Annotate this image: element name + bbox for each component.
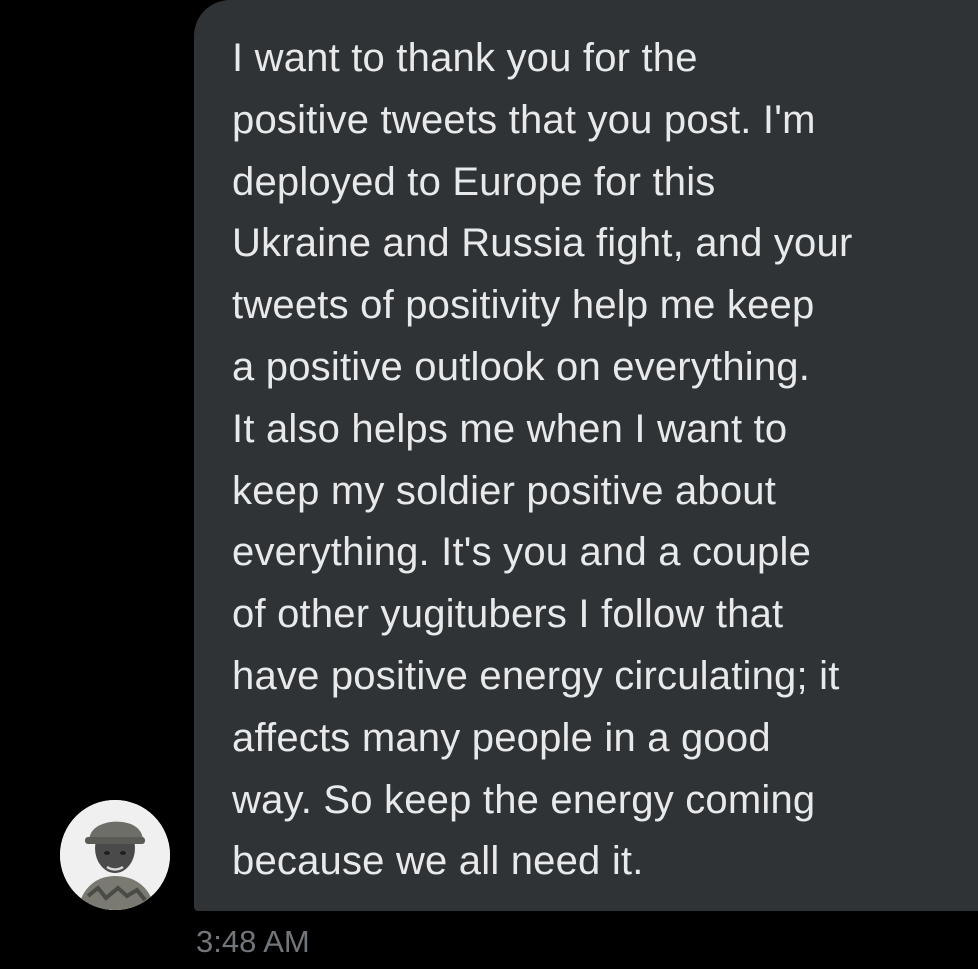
message-timestamp: 3:48 AM [196,924,310,959]
message-thread: I want to thank you for the positive twe… [0,0,978,969]
message-text: I want to thank you for the positive twe… [232,36,853,884]
message-bubble[interactable]: I want to thank you for the positive twe… [194,0,978,911]
sender-avatar[interactable] [60,800,170,910]
sender-avatar-photo [60,800,170,910]
